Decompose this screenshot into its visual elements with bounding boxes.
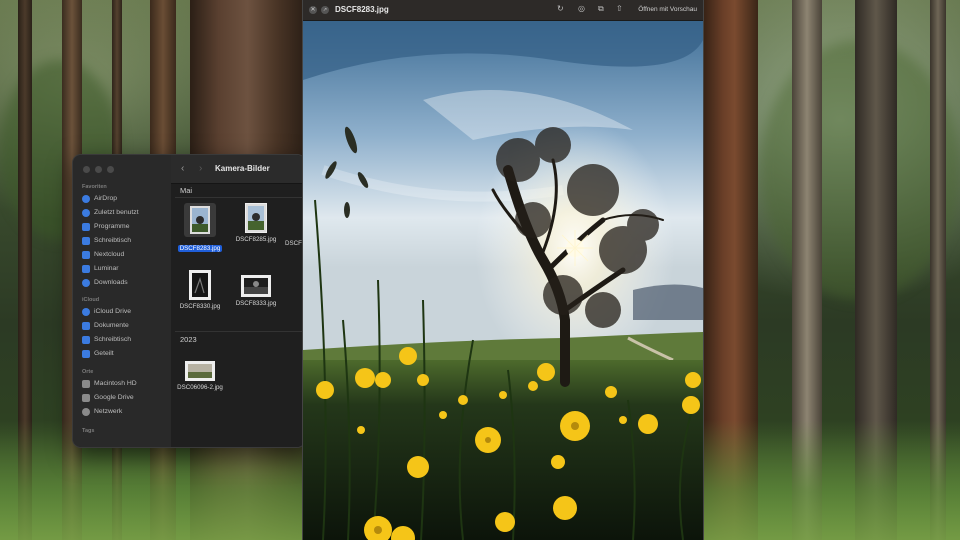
sidebar-item-luminar[interactable]: Luminar bbox=[82, 263, 119, 274]
finder-toolbar: ‹ › Kamera-Bilder bbox=[171, 155, 305, 184]
zoom-button[interactable] bbox=[107, 166, 114, 173]
disk-icon bbox=[82, 379, 90, 388]
sidebar-item-google-drive[interactable]: Google Drive bbox=[82, 392, 134, 403]
file-name: DSC06096-2.jpg bbox=[177, 384, 223, 391]
file-thumbnail bbox=[189, 270, 211, 300]
applications-icon bbox=[82, 222, 90, 231]
file-name: DSCF8285.jpg bbox=[235, 236, 277, 243]
file-name: DSCF8333.jpg bbox=[235, 300, 277, 307]
shared-folder-icon bbox=[82, 349, 90, 358]
file-item[interactable]: DSCF8330.jpg bbox=[175, 270, 225, 310]
desktop-icon bbox=[82, 236, 90, 245]
sidebar-item-macintosh-hd[interactable]: Macintosh HD bbox=[82, 378, 137, 389]
window-controls bbox=[83, 166, 114, 173]
sidebar-item-downloads[interactable]: Downloads bbox=[82, 277, 128, 288]
sidebar-header-favorites: Favoriten bbox=[82, 184, 107, 190]
sidebar-item-network[interactable]: Netzwerk bbox=[82, 406, 122, 417]
close-icon[interactable]: ✕ bbox=[309, 6, 317, 14]
sidebar-item-desktop[interactable]: Schreibtisch bbox=[82, 235, 131, 246]
sidebar-item-documents[interactable]: Dokumente bbox=[82, 320, 129, 331]
image-thumbnail bbox=[190, 206, 210, 234]
sidebar-item-nextcloud[interactable]: Nextcloud bbox=[82, 249, 124, 260]
sidebar-item-applications[interactable]: Programme bbox=[82, 221, 130, 232]
copy-icon[interactable]: ⧉ bbox=[598, 4, 604, 14]
quicklook-window[interactable]: ✕ ↗ DSCF8283.jpg ↻ ◎ ⧉ ⇧ Öffnen mit Vors… bbox=[302, 0, 704, 540]
file-name: DSCF8283.jpg bbox=[177, 245, 223, 252]
close-button[interactable] bbox=[83, 166, 90, 173]
sidebar-header-icloud: iCloud bbox=[82, 297, 100, 303]
image-thumbnail bbox=[186, 362, 214, 380]
file-thumbnail bbox=[241, 275, 271, 297]
file-item[interactable]: DSCF8283.jpg bbox=[175, 203, 225, 255]
back-button[interactable]: ‹ bbox=[181, 163, 184, 174]
sidebar-item-airdrop[interactable]: AirDrop bbox=[82, 193, 117, 204]
viewer-titlebar: ✕ ↗ DSCF8283.jpg ↻ ◎ ⧉ ⇧ Öffnen mit Vors… bbox=[303, 0, 703, 21]
document-icon bbox=[82, 321, 90, 330]
finder-sidebar: Favoriten AirDrop Zuletzt benutzt Progra… bbox=[73, 155, 172, 447]
rotate-icon[interactable]: ↻ bbox=[557, 4, 564, 13]
photo-preview bbox=[303, 20, 703, 540]
folder-icon bbox=[82, 250, 90, 259]
viewer-title: DSCF8283.jpg bbox=[335, 5, 389, 14]
forward-button[interactable]: › bbox=[199, 163, 202, 174]
file-item[interactable]: DSCF8285.jpg bbox=[231, 203, 281, 243]
cloud-icon bbox=[82, 307, 90, 316]
sidebar-item-icloud-desktop[interactable]: Schreibtisch bbox=[82, 334, 131, 345]
finder-window[interactable]: Favoriten AirDrop Zuletzt benutzt Progra… bbox=[72, 154, 306, 448]
file-name: DSCF8330.jpg bbox=[179, 303, 221, 310]
clock-icon bbox=[82, 208, 90, 217]
sidebar-item-recents[interactable]: Zuletzt benutzt bbox=[82, 207, 139, 218]
file-item[interactable]: DSCF8333.jpg bbox=[231, 275, 281, 307]
share-icon[interactable]: ⇧ bbox=[616, 4, 623, 13]
minimize-button[interactable] bbox=[95, 166, 102, 173]
desktop-icon bbox=[82, 335, 90, 344]
network-icon bbox=[82, 407, 90, 416]
folder-icon bbox=[82, 264, 90, 273]
sidebar-header-places: Orte bbox=[82, 369, 94, 375]
file-thumbnail bbox=[184, 203, 216, 237]
fullscreen-icon[interactable]: ↗ bbox=[321, 6, 329, 14]
group-label-2023: 2023 bbox=[180, 335, 197, 344]
disk-icon bbox=[82, 393, 90, 402]
sidebar-item-icloud-drive[interactable]: iCloud Drive bbox=[82, 306, 131, 317]
airdrop-icon bbox=[82, 194, 90, 203]
divider bbox=[175, 331, 305, 332]
image-thumbnail bbox=[190, 271, 210, 299]
group-label-mai: Mai bbox=[180, 186, 193, 195]
file-thumbnail bbox=[245, 203, 267, 233]
image-thumbnail bbox=[248, 206, 264, 230]
finder-content: ‹ › Kamera-Bilder Mai DSCF8283.jpg DSCF8… bbox=[171, 155, 305, 447]
sidebar-item-shared[interactable]: Geteilt bbox=[82, 348, 114, 359]
folder-title: Kamera-Bilder bbox=[215, 164, 270, 173]
image-thumbnail bbox=[242, 276, 270, 296]
download-icon bbox=[82, 278, 90, 287]
open-with-preview-button[interactable]: Öffnen mit Vorschau bbox=[638, 6, 697, 13]
file-thumbnail bbox=[185, 361, 215, 381]
divider bbox=[175, 197, 305, 198]
sidebar-header-tags: Tags bbox=[82, 428, 95, 434]
markup-icon[interactable]: ◎ bbox=[578, 4, 585, 13]
file-item[interactable]: DSC06096-2.jpg bbox=[175, 361, 225, 391]
